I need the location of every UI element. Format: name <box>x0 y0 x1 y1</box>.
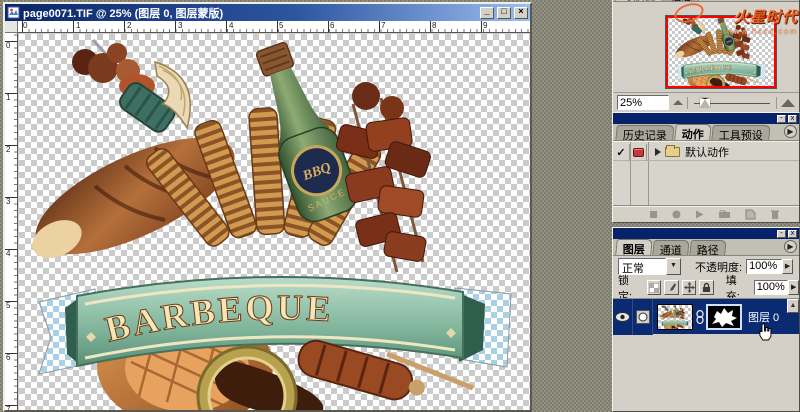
navigator-thumbnail[interactable] <box>665 15 777 89</box>
tab-actions-label: 动作 <box>682 126 704 142</box>
tab-layers[interactable]: 图层 <box>615 239 653 255</box>
palette-close-icon[interactable]: x <box>788 115 797 123</box>
layer-mask-thumbnail[interactable] <box>706 304 742 330</box>
lock-pixels-brush-icon[interactable] <box>664 280 678 295</box>
ruler-number: 3 <box>6 197 10 206</box>
document-icon <box>7 6 20 19</box>
opacity-value[interactable]: 100% <box>746 259 782 274</box>
top-ruler[interactable]: 0 1 2 3 4 5 6 7 8 9 <box>18 21 530 33</box>
tab-actions[interactable]: 动作 <box>674 124 712 140</box>
ruler-number: 7 <box>6 405 10 410</box>
ruler-number: 7 <box>381 21 385 30</box>
record-icon[interactable] <box>672 210 681 219</box>
new-set-folder-icon[interactable] <box>718 209 731 219</box>
hand-cursor-icon <box>756 323 772 341</box>
ruler-number: 1 <box>6 93 10 102</box>
tab-info[interactable]: 信息 <box>663 0 701 1</box>
check-icon: ✓ <box>616 146 625 159</box>
ruler-number: 6 <box>6 353 10 362</box>
ruler-number: 2 <box>127 21 131 30</box>
barbeque-artwork <box>29 36 521 410</box>
palette-close-icon[interactable]: x <box>788 230 797 238</box>
lock-transparency-icon[interactable] <box>647 280 661 295</box>
layers-empty-area <box>613 334 799 412</box>
stop-icon[interactable] <box>649 210 658 219</box>
new-action-icon[interactable] <box>745 209 756 220</box>
close-button[interactable]: × <box>514 7 528 19</box>
mask-link-icon[interactable] <box>696 310 704 324</box>
scroll-up-icon[interactable]: ▲ <box>787 299 799 313</box>
actions-button-bar <box>613 205 799 222</box>
ruler-number: 3 <box>178 21 182 30</box>
zoom-out-icon[interactable] <box>673 100 683 105</box>
zoom-input[interactable] <box>617 95 669 110</box>
ruler-number: 9 <box>483 21 487 30</box>
palette-minimize-icon[interactable]: - <box>777 115 786 123</box>
fill-popup-icon[interactable]: ▶ <box>788 280 799 295</box>
tab-tool-presets[interactable]: 工具预设 <box>711 125 771 140</box>
tab-channels[interactable]: 通道 <box>652 240 690 255</box>
chevron-down-icon[interactable]: ▼ <box>666 258 681 275</box>
ruler-number: 8 <box>432 21 436 30</box>
zoom-slider-thumb[interactable] <box>700 98 710 107</box>
ruler-number: 1 <box>76 21 80 30</box>
layer-thumbnail[interactable] <box>657 304 693 330</box>
action-item-row[interactable]: ✓ 默认动作 <box>613 144 799 161</box>
zoom-slider[interactable] <box>687 97 777 109</box>
lock-position-move-icon[interactable] <box>682 280 696 295</box>
ruler-number: 0 <box>23 21 27 30</box>
minimize-button[interactable]: _ <box>480 7 494 19</box>
ruler-number: 5 <box>6 301 10 310</box>
fill-value[interactable]: 100% <box>754 280 789 295</box>
left-ruler[interactable]: 0 1 2 3 4 5 6 7 <box>5 33 18 410</box>
document-titlebar[interactable]: page0071.TIF @ 25% (图层 0, 图层蒙版) _ □ × <box>5 4 530 21</box>
document-window: page0071.TIF @ 25% (图层 0, 图层蒙版) _ □ × 0 … <box>3 2 532 412</box>
palette-minimize-icon[interactable]: - <box>777 230 786 238</box>
document-title: page0071.TIF @ 25% (图层 0, 图层蒙版) <box>23 5 477 21</box>
layers-panel: - x 图层 通道 路径 ▶ 正常 ▼ 不透明度: 100% ▶ 锁定: <box>612 227 800 412</box>
tab-layers-label: 图层 <box>623 241 645 257</box>
maximize-button[interactable]: □ <box>497 7 511 19</box>
panel-menu-icon[interactable]: ▶ <box>784 125 797 138</box>
canvas[interactable] <box>19 34 530 410</box>
ruler-number: 4 <box>6 249 10 258</box>
opacity-popup-icon[interactable]: ▶ <box>782 259 793 274</box>
modal-dialog-icon <box>633 148 644 157</box>
tab-history[interactable]: 历史记录 <box>615 125 675 140</box>
play-icon[interactable] <box>695 210 704 219</box>
visibility-eye-icon[interactable] <box>613 299 633 335</box>
tab-paths[interactable]: 路径 <box>689 240 727 255</box>
zoom-in-icon[interactable] <box>781 99 795 107</box>
panel-menu-icon[interactable]: ▶ <box>784 240 797 253</box>
layer-row[interactable]: 图层 0 ▲ <box>613 298 799 334</box>
ruler-number: 0 <box>6 41 10 50</box>
action-check-cell[interactable]: ✓ <box>613 144 630 161</box>
ruler-number: 4 <box>229 21 233 30</box>
ruler-number: 6 <box>330 21 334 30</box>
folder-icon <box>665 147 680 157</box>
expand-triangle-icon[interactable] <box>655 148 661 156</box>
actions-palette-titlebar[interactable]: - x <box>613 113 799 124</box>
tab-navigator[interactable]: 导航器 <box>615 0 664 1</box>
palette-column: 导航器 信息 ▶ - x 历史 <box>612 0 800 412</box>
lock-all-icon[interactable] <box>699 280 713 295</box>
action-set-label[interactable]: 默认动作 <box>685 144 729 160</box>
ruler-number: 2 <box>6 145 10 154</box>
ruler-corner[interactable] <box>5 21 18 33</box>
layers-palette-titlebar[interactable]: - x <box>613 228 799 239</box>
navigator-panel: 导航器 信息 ▶ <box>612 0 800 113</box>
trash-icon[interactable] <box>770 209 780 220</box>
ruler-number: 5 <box>279 21 283 30</box>
action-modal-cell[interactable] <box>630 144 647 161</box>
navigator-thumbnail-image <box>666 16 776 88</box>
actions-panel: - x 历史记录 动作 工具预设 ▶ ✓ 默认动作 <box>612 112 800 223</box>
mask-editing-icon[interactable] <box>633 299 653 335</box>
